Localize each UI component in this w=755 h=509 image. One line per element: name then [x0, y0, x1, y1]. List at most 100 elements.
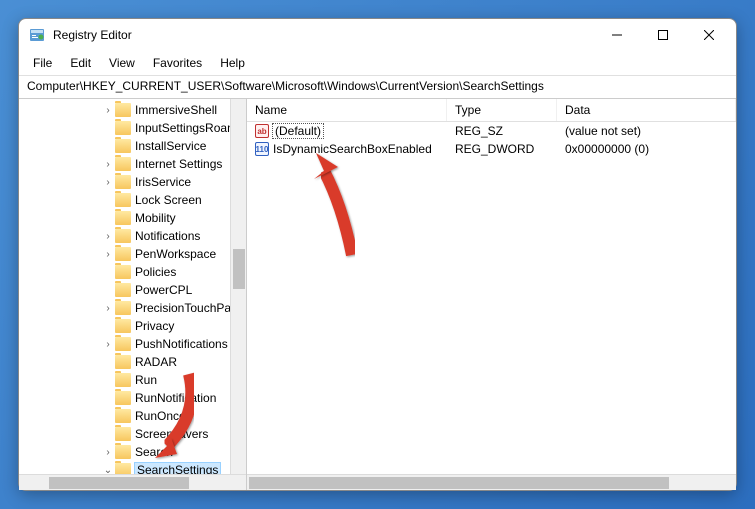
folder-icon: [115, 355, 131, 369]
app-icon: [29, 27, 45, 43]
expander-icon[interactable]: ›: [101, 231, 115, 242]
value-data: 0x00000000 (0): [557, 142, 736, 156]
tree-vertical-scrollbar[interactable]: [230, 99, 246, 474]
folder-icon: [115, 265, 131, 279]
value-name: (Default): [273, 124, 323, 138]
menu-help[interactable]: Help: [212, 53, 253, 73]
expander-icon[interactable]: ›: [101, 105, 115, 116]
tree-item[interactable]: Mobility: [19, 209, 246, 227]
tree-pane: › ImmersiveShell InputSettingsRoam InstallS…: [19, 99, 247, 490]
tree-item-label: Policies: [135, 265, 176, 279]
tree-item[interactable]: Run: [19, 371, 246, 389]
expander-icon[interactable]: ›: [101, 339, 115, 350]
tree-item-label: ImmersiveShell: [135, 103, 217, 117]
column-header-type[interactable]: Type: [447, 99, 557, 121]
tree-item[interactable]: RADAR: [19, 353, 246, 371]
values-pane: Name Type Data ab (Default) REG_SZ(value n…: [247, 99, 736, 490]
string-value-icon: ab: [255, 124, 269, 138]
value-type: REG_SZ: [447, 124, 557, 138]
folder-icon: [115, 193, 131, 207]
menu-edit[interactable]: Edit: [62, 53, 99, 73]
folder-icon: [115, 175, 131, 189]
folder-icon: [115, 427, 131, 441]
tree-item-label: Privacy: [135, 319, 174, 333]
tree-item[interactable]: Policies: [19, 263, 246, 281]
titlebar: Registry Editor: [19, 19, 736, 51]
tree-item[interactable]: › PenWorkspace: [19, 245, 246, 263]
tree-item-label: Mobility: [135, 211, 176, 225]
folder-icon: [115, 391, 131, 405]
folder-icon: [115, 139, 131, 153]
tree-item-label: RunNotification: [135, 391, 216, 405]
maximize-icon: [658, 30, 668, 40]
expander-icon[interactable]: ⌄: [101, 465, 115, 475]
value-row[interactable]: 110 IsDynamicSearchBoxEnabled REG_DWORD0x0…: [247, 140, 736, 158]
tree-item-label: IrisService: [135, 175, 191, 189]
tree-item[interactable]: › IrisService: [19, 173, 246, 191]
tree-item[interactable]: › ImmersiveShell: [19, 101, 246, 119]
scrollbar-thumb[interactable]: [249, 477, 669, 489]
tree-item-label: Notifications: [135, 229, 200, 243]
folder-icon: [115, 103, 131, 117]
tree-item-label: Search: [135, 445, 173, 459]
folder-icon: [115, 121, 131, 135]
close-icon: [704, 30, 714, 40]
dword-value-icon: 110: [255, 142, 269, 156]
folder-icon: [115, 247, 131, 261]
folder-icon: [115, 157, 131, 171]
expander-icon[interactable]: ›: [101, 177, 115, 188]
tree-horizontal-scrollbar[interactable]: [19, 474, 246, 490]
tree-item[interactable]: InstallService: [19, 137, 246, 155]
maximize-button[interactable]: [640, 20, 686, 50]
tree-item-label: InputSettingsRoam: [135, 121, 237, 135]
values-horizontal-scrollbar[interactable]: [247, 474, 736, 490]
tree-item[interactable]: RunOnce: [19, 407, 246, 425]
column-header-data[interactable]: Data: [557, 99, 736, 121]
scrollbar-thumb[interactable]: [49, 477, 189, 489]
folder-icon: [115, 301, 131, 315]
minimize-button[interactable]: [594, 20, 640, 50]
tree-item[interactable]: ›PushNotifications: [19, 335, 246, 353]
tree-item[interactable]: PowerCPL: [19, 281, 246, 299]
tree-item[interactable]: InputSettingsRoam: [19, 119, 246, 137]
tree-list[interactable]: › ImmersiveShell InputSettingsRoam InstallS…: [19, 99, 246, 474]
tree-item-label: PowerCPL: [135, 283, 192, 297]
tree-item-label: Run: [135, 373, 157, 387]
expander-icon[interactable]: ›: [101, 249, 115, 260]
content-area: › ImmersiveShell InputSettingsRoam InstallS…: [19, 99, 736, 490]
column-headers: Name Type Data: [247, 99, 736, 122]
tree-item[interactable]: › Internet Settings: [19, 155, 246, 173]
menu-file[interactable]: File: [25, 53, 60, 73]
tree-item[interactable]: ›PrecisionTouchPad: [19, 299, 246, 317]
expander-icon[interactable]: ›: [101, 303, 115, 314]
close-button[interactable]: [686, 20, 732, 50]
menu-view[interactable]: View: [101, 53, 143, 73]
values-list[interactable]: ab (Default) REG_SZ(value not set) 110 IsDyn…: [247, 122, 736, 474]
value-name: IsDynamicSearchBoxEnabled: [273, 142, 432, 156]
folder-icon: [115, 283, 131, 297]
tree-item-label: RADAR: [135, 355, 177, 369]
expander-icon[interactable]: ›: [101, 159, 115, 170]
value-row[interactable]: ab (Default) REG_SZ(value not set): [247, 122, 736, 140]
tree-item[interactable]: RunNotification: [19, 389, 246, 407]
tree-item[interactable]: › Search: [19, 443, 246, 461]
folder-icon: [115, 229, 131, 243]
menu-favorites[interactable]: Favorites: [145, 53, 210, 73]
value-data: (value not set): [557, 124, 736, 138]
folder-icon: [115, 445, 131, 459]
tree-item[interactable]: Lock Screen: [19, 191, 246, 209]
folder-icon: [115, 373, 131, 387]
folder-icon: [115, 211, 131, 225]
column-header-name[interactable]: Name: [247, 99, 447, 121]
tree-item[interactable]: ⌄SearchSettings: [19, 461, 246, 474]
tree-item-label: PenWorkspace: [135, 247, 216, 261]
expander-icon[interactable]: ›: [101, 447, 115, 458]
address-bar[interactable]: Computer\HKEY_CURRENT_USER\Software\Micr…: [19, 76, 736, 99]
tree-item-label: Internet Settings: [135, 157, 222, 171]
tree-item[interactable]: Screensavers: [19, 425, 246, 443]
folder-icon: [115, 337, 131, 351]
scrollbar-thumb[interactable]: [233, 249, 245, 289]
tree-item[interactable]: › Notifications: [19, 227, 246, 245]
value-type: REG_DWORD: [447, 142, 557, 156]
tree-item[interactable]: Privacy: [19, 317, 246, 335]
